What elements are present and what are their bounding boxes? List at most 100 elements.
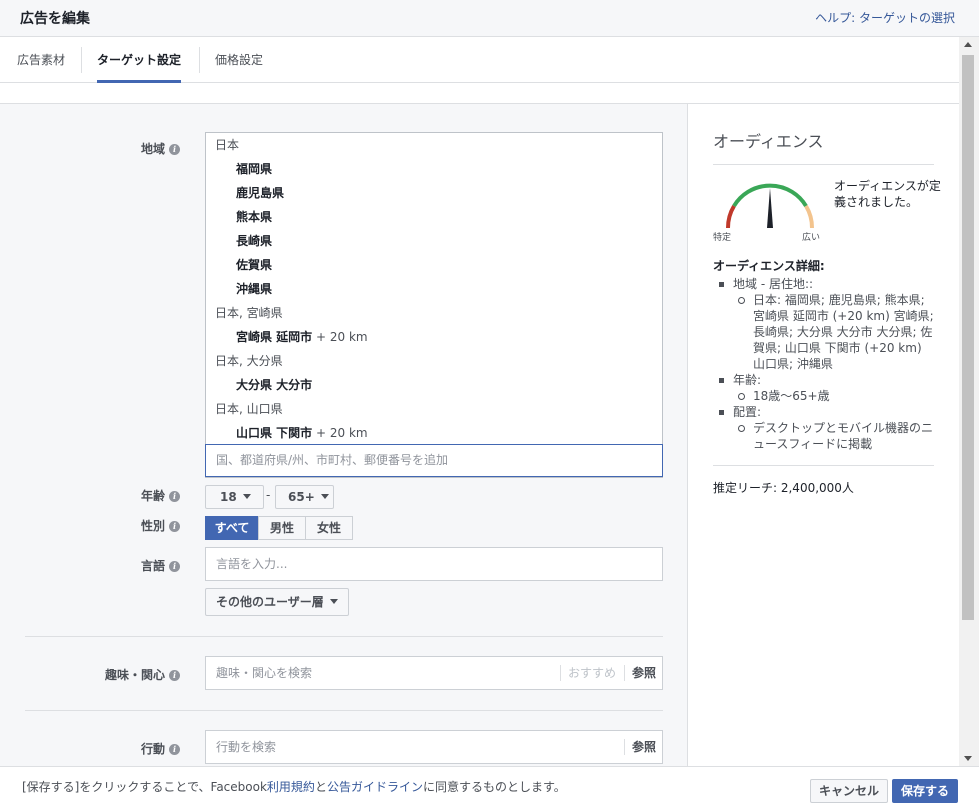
section-divider	[25, 710, 663, 711]
age-max-select[interactable]: 65+	[275, 485, 334, 509]
info-icon[interactable]: i	[169, 670, 180, 681]
location-item[interactable]: 日本, 大分県	[206, 349, 662, 373]
age-label-text: 年齢	[140, 489, 165, 503]
dialog-footer: [保存する]をクリックすることで、Facebook利用規約と公告ガイドラインに同…	[0, 766, 979, 812]
terms-note-and: と	[314, 780, 327, 794]
interests-input[interactable]: 趣味・関心を検索 おすすめ 参照	[205, 656, 663, 690]
location-name: 日本	[215, 138, 240, 152]
detail-age-item: 18歳～65+歳	[713, 388, 935, 404]
location-input[interactable]: 国、都道府県/州、市町村、郵便番号を追加	[205, 444, 663, 477]
scroll-down-icon[interactable]	[964, 756, 972, 761]
language-label-text: 言語	[140, 559, 165, 573]
language-input[interactable]: 言語を入力...	[205, 547, 663, 581]
age-min-select[interactable]: 18	[205, 485, 264, 509]
dialog-header: 広告を編集 ヘルプ: ターゲットの選択	[0, 0, 979, 37]
gender-all-button[interactable]: すべて	[205, 516, 259, 540]
gauge-left-label: 特定	[713, 233, 732, 243]
tab-divider	[199, 47, 200, 73]
info-icon[interactable]: i	[169, 144, 180, 155]
gender-female-button[interactable]: 女性	[305, 516, 353, 540]
info-icon[interactable]: i	[169, 521, 180, 532]
field-separator	[624, 665, 625, 681]
location-name: 佐賀県	[236, 258, 273, 272]
location-subitem[interactable]: 佐賀県	[206, 253, 662, 277]
location-subitem[interactable]: 沖縄県	[206, 277, 662, 301]
location-item[interactable]: 日本, 宮崎県	[206, 301, 662, 325]
location-name: 沖縄県	[236, 282, 273, 296]
save-button[interactable]: 保存する	[892, 779, 959, 803]
location-item[interactable]: 日本, 山口県	[206, 397, 662, 421]
field-separator	[560, 665, 561, 681]
scroll-up-icon[interactable]	[964, 42, 972, 47]
field-separator	[624, 739, 625, 755]
location-name: 山口県 下関市	[236, 426, 313, 440]
tab-creative[interactable]: 広告素材	[17, 37, 65, 83]
detail-placement-head: 配置:	[713, 404, 935, 420]
suggestions-link[interactable]: おすすめ	[568, 657, 616, 689]
more-demographics-button[interactable]: その他のユーザー層	[205, 588, 349, 616]
behaviors-label: 行動 i	[0, 740, 180, 757]
scrollbar[interactable]	[959, 37, 979, 766]
gauge-right-label: 広い	[802, 233, 821, 243]
scrollbar-thumb[interactable]	[962, 55, 974, 620]
targeting-panel: 地域 i 日本福岡県 鹿児島県熊本県長崎県佐賀県沖縄県日本, 宮崎県 宮崎県 延岡市 …	[0, 103, 959, 767]
language-label: 言語 i	[0, 557, 180, 574]
info-icon[interactable]: i	[169, 561, 180, 572]
terms-link[interactable]: 利用規約	[267, 780, 315, 794]
gender-male-button[interactable]: 男性	[258, 516, 306, 540]
audience-panel: オーディエンス 特定 広い オーディエンスが定義されました。 オーディエンス詳細…	[689, 104, 959, 767]
location-name: 日本, 大分県	[215, 354, 283, 368]
behaviors-browse-link[interactable]: 参照	[632, 731, 656, 763]
estimated-reach: 推定リーチ: 2,400,000人	[713, 481, 854, 495]
location-subitem[interactable]: 大分県 大分市	[206, 373, 662, 397]
audience-divider	[713, 164, 934, 165]
location-item[interactable]: 日本	[206, 133, 662, 157]
chevron-down-icon	[329, 599, 338, 604]
info-icon[interactable]: i	[169, 491, 180, 502]
location-subitem[interactable]: 福岡県	[206, 157, 662, 181]
chevron-down-icon	[242, 494, 251, 499]
cancel-button[interactable]: キャンセル	[810, 779, 889, 803]
location-name: 日本, 山口県	[215, 402, 283, 416]
behaviors-input[interactable]: 行動を検索 参照	[205, 730, 663, 764]
gender-label: 性別 i	[0, 517, 180, 534]
gauge-peach-arc	[804, 204, 815, 229]
more-demographics-label: その他のユーザー層	[216, 595, 324, 609]
tab-pricing[interactable]: 価格設定	[215, 37, 263, 83]
location-name: 長崎県	[236, 234, 273, 248]
audience-title: オーディエンス	[713, 132, 824, 151]
age-max-value: 65+	[288, 490, 315, 504]
targeting-form: 地域 i 日本福岡県 鹿児島県熊本県長崎県佐賀県沖縄県日本, 宮崎県 宮崎県 延岡市 …	[0, 104, 688, 767]
behaviors-placeholder: 行動を検索	[216, 740, 277, 754]
location-label-text: 地域	[140, 142, 165, 156]
help-link[interactable]: ヘルプ: ターゲットの選択	[815, 9, 955, 26]
audience-details-title: オーディエンス詳細:	[713, 259, 825, 273]
terms-note-post: に同意するものとします。	[422, 780, 566, 794]
ad-guidelines-link[interactable]: 公告ガイドライン	[327, 780, 423, 794]
location-subitem[interactable]: 山口県 下関市 + 20 km	[206, 421, 662, 445]
detail-location-item: 日本: 福岡県; 鹿児島県; 熊本県; 宮崎県 延岡市 (+20 km) 宮崎県…	[713, 292, 935, 372]
location-name: 大分県 大分市	[236, 378, 313, 392]
location-list[interactable]: 日本福岡県 鹿児島県熊本県長崎県佐賀県沖縄県日本, 宮崎県 宮崎県 延岡市 + 20…	[205, 132, 663, 478]
tab-spacer	[0, 83, 959, 103]
location-subitem[interactable]: 鹿児島県	[206, 181, 662, 205]
detail-location-head: 地域 - 居住地::	[713, 276, 935, 292]
dialog-title: 広告を編集	[20, 11, 90, 27]
location-radius: + 20 km	[312, 426, 368, 440]
location-radius: + 20 km	[312, 330, 368, 344]
detail-age-head: 年齢:	[713, 372, 935, 388]
location-subitem[interactable]: 熊本県	[206, 205, 662, 229]
interests-browse-link[interactable]: 参照	[632, 657, 656, 689]
audience-gauge	[725, 183, 815, 229]
gauge-needle	[767, 188, 773, 228]
audience-divider	[713, 465, 934, 466]
detail-placement-item: デスクトップとモバイル機器のニュースフィードに掲載	[713, 420, 935, 452]
location-subitem[interactable]: 宮崎県 延岡市 + 20 km	[206, 325, 662, 349]
info-icon[interactable]: i	[169, 744, 180, 755]
location-subitem[interactable]: 長崎県	[206, 229, 662, 253]
behaviors-label-text: 行動	[140, 742, 165, 756]
age-label: 年齢 i	[0, 487, 180, 504]
tab-targeting[interactable]: ターゲット設定	[97, 37, 182, 83]
terms-note: [保存する]をクリックすることで、Facebook利用規約と公告ガイドラインに同…	[22, 778, 566, 795]
location-name: 熊本県	[236, 210, 273, 224]
